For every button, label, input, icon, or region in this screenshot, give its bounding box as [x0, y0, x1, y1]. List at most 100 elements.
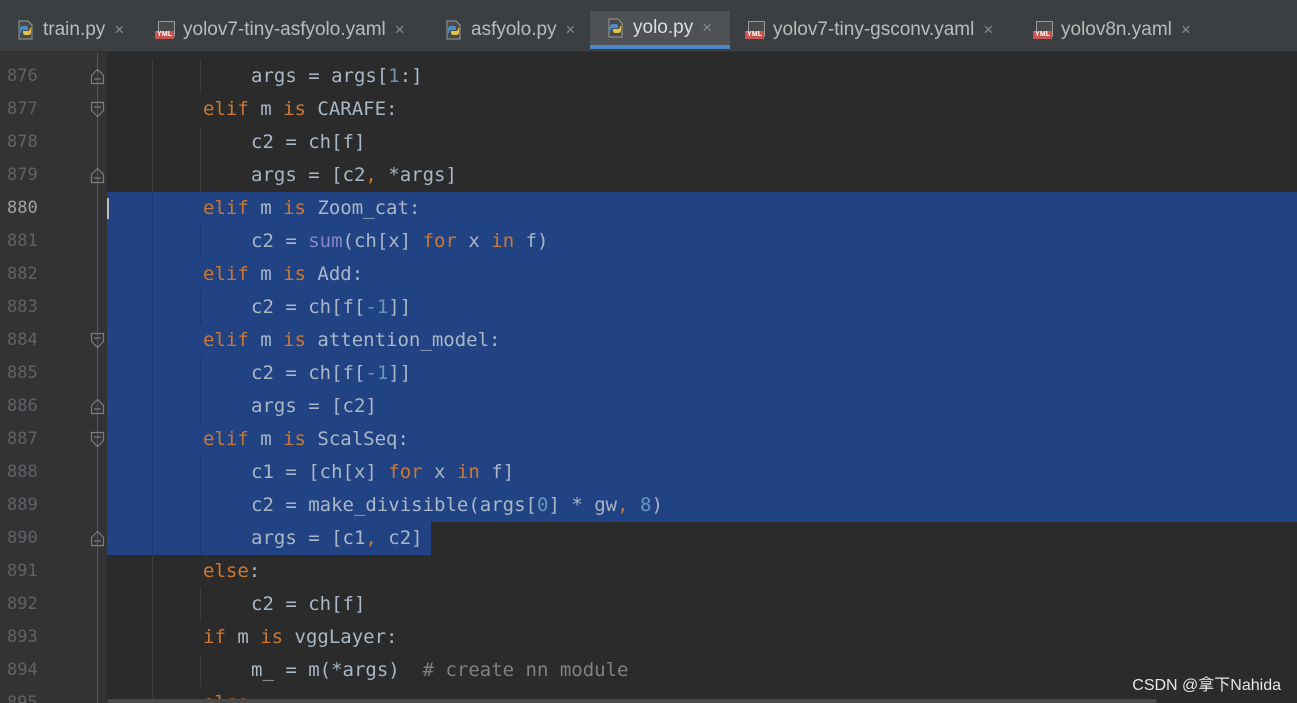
code-line[interactable]: 890 args = [c1, c2] — [0, 522, 1297, 555]
code-text: elif m is attention_model: — [203, 324, 500, 357]
code-line[interactable]: 880 elif m is Zoom_cat: — [0, 192, 1297, 225]
tab-yolov7-tiny-gsconv-yaml[interactable]: YML yolov7-tiny-gsconv.yaml × — [730, 11, 1018, 49]
fold-end-icon[interactable] — [90, 167, 105, 184]
indent-guide — [152, 357, 153, 390]
keyword-token: is — [283, 197, 306, 219]
code-line[interactable]: 892 c2 = ch[f] — [0, 588, 1297, 621]
code-text: elif m is ScalSeq: — [203, 423, 409, 456]
keyword-token: in — [491, 230, 515, 252]
code-line[interactable]: 879 args = [c2, *args] — [0, 159, 1297, 192]
close-icon[interactable]: × — [566, 20, 576, 40]
code-text: c2 = ch[f] — [251, 588, 365, 621]
code-text: c2 = ch[f[-1]] — [251, 357, 411, 390]
yaml-file-icon: YML — [155, 20, 175, 40]
code-text: args = [c1, c2] — [251, 522, 423, 555]
close-icon[interactable]: × — [114, 20, 124, 40]
keyword-token: is — [260, 626, 284, 648]
python-file-icon — [443, 20, 463, 40]
fold-open-icon[interactable] — [90, 101, 105, 118]
close-icon[interactable]: × — [702, 18, 712, 38]
code-line[interactable]: 878 c2 = ch[f] — [0, 126, 1297, 159]
yaml-file-icon: YML — [745, 20, 765, 40]
code-line[interactable]: 887 elif m is ScalSeq: — [0, 423, 1297, 456]
code-line[interactable]: 882 elif m is Add: — [0, 258, 1297, 291]
code-line[interactable]: 884 elif m is attention_model: — [0, 324, 1297, 357]
indent-guide — [152, 291, 153, 324]
indent-guide — [200, 60, 201, 93]
code-text: args = [c2] — [251, 390, 377, 423]
yml-badge: YML — [155, 31, 175, 39]
close-icon[interactable]: × — [1181, 20, 1191, 40]
line-number: 883 — [7, 297, 38, 317]
code-token: m — [225, 626, 261, 648]
indent-guide — [200, 357, 201, 390]
keyword-token: is — [283, 329, 306, 351]
tab-label: yolov8n.yaml — [1061, 19, 1172, 40]
fold-end-icon[interactable] — [90, 530, 105, 547]
tab-train-py[interactable]: train.py × — [0, 11, 140, 49]
code-token: (ch[x] — [342, 230, 423, 252]
code-line[interactable]: 891 else: — [0, 555, 1297, 588]
number-token: 8 — [639, 494, 652, 516]
code-token: args = args[ — [251, 65, 389, 87]
tab-yolo-py[interactable]: yolo.py × — [590, 11, 730, 49]
code-line[interactable]: 885 c2 = ch[f[-1]] — [0, 357, 1297, 390]
indent-guide — [200, 489, 201, 522]
indent-guide — [152, 192, 153, 225]
code-line[interactable]: 877 elif m is CARAFE: — [0, 93, 1297, 126]
tab-yolov8n-yaml[interactable]: YML yolov8n.yaml × — [1018, 11, 1210, 49]
code-line[interactable]: 894 m_ = m(*args) # create nn module — [0, 654, 1297, 687]
code-text: c2 = ch[f[-1]] — [251, 291, 411, 324]
yml-badge: YML — [1033, 31, 1053, 39]
code-text: c1 = [ch[x] for x in f] — [251, 456, 514, 489]
code-line[interactable]: 881 c2 = sum(ch[x] for x in f) — [0, 225, 1297, 258]
code-token: vggLayer: — [283, 626, 398, 648]
indent-guide — [152, 93, 153, 126]
code-line[interactable]: 888 c1 = [ch[x] for x in f] — [0, 456, 1297, 489]
code-line[interactable]: 883 c2 = ch[f[-1]] — [0, 291, 1297, 324]
indent-guide — [200, 654, 201, 687]
code-line[interactable]: 876 args = args[1:] — [0, 60, 1297, 93]
code-token: c2] — [376, 527, 423, 549]
number-token: 1 — [388, 65, 400, 87]
indent-guide — [200, 522, 201, 555]
fold-end-icon[interactable] — [90, 398, 105, 415]
code-token: :] — [399, 65, 423, 87]
fold-open-icon[interactable] — [90, 332, 105, 349]
close-icon[interactable]: × — [983, 20, 993, 40]
code-editor[interactable]: 876 args = args[1:] 877 elif m is CARAFE: 87… — [0, 52, 1297, 703]
code-line[interactable]: 889 c2 = make_divisible(args[0] * gw, 8) — [0, 489, 1297, 522]
indent-guide — [152, 390, 153, 423]
code-token: c2 = — [251, 230, 309, 252]
code-line[interactable]: 886 args = [c2] — [0, 390, 1297, 423]
tab-yolov7-tiny-asfyolo-yaml[interactable]: YML yolov7-tiny-asfyolo.yaml × — [140, 11, 428, 49]
line-number: 891 — [7, 561, 38, 581]
code-token: m — [248, 98, 284, 120]
number-token: -1 — [365, 362, 389, 384]
tab-asfyolo-py[interactable]: asfyolo.py × — [428, 11, 590, 49]
code-token: ScalSeq: — [305, 428, 409, 450]
close-icon[interactable]: × — [395, 20, 405, 40]
line-number: 889 — [7, 495, 38, 515]
indent-guide — [152, 159, 153, 192]
horizontal-scrollbar[interactable] — [107, 699, 1157, 703]
code-line[interactable]: 893 if m is vggLayer: — [0, 621, 1297, 654]
keyword-token: if — [203, 626, 226, 648]
line-number: 888 — [7, 462, 38, 482]
indent-guide — [152, 588, 153, 621]
code-token: m — [248, 428, 284, 450]
fold-open-icon[interactable] — [90, 431, 105, 448]
code-token: CARAFE: — [305, 98, 398, 120]
code-text: elif m is CARAFE: — [203, 93, 398, 126]
code-text: m_ = m(*args) # create nn module — [251, 654, 629, 687]
code-token: m_ = m(*args) — [251, 659, 423, 681]
line-number: 885 — [7, 363, 38, 383]
fold-end-icon[interactable] — [90, 68, 105, 85]
code-token: f) — [514, 230, 549, 252]
tab-label: train.py — [43, 19, 106, 40]
line-number: 878 — [7, 132, 38, 152]
indent-guide — [152, 555, 153, 588]
keyword-token: else — [203, 560, 249, 582]
indent-guide — [152, 225, 153, 258]
